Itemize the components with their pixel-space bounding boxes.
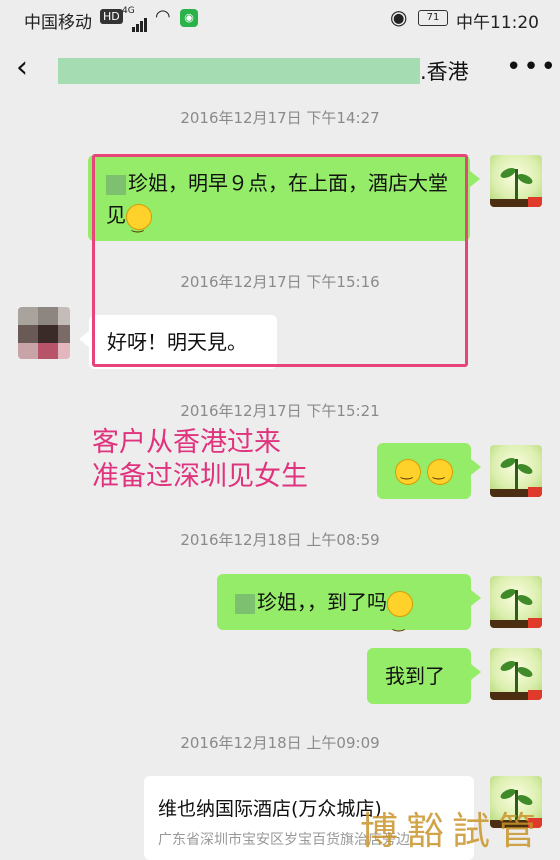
chat-title[interactable]: .香港 xyxy=(420,56,469,86)
avatar[interactable] xyxy=(490,155,542,207)
timestamp: 2016年12月17日 下午15:21 xyxy=(180,402,380,420)
highlight-box xyxy=(92,154,468,367)
smile-emoji-icon xyxy=(395,458,421,485)
redacted-text xyxy=(235,593,255,614)
signal-icon xyxy=(132,12,148,32)
clock: 中午11:20 xyxy=(456,13,539,33)
message-bubble-outgoing[interactable] xyxy=(377,443,481,499)
annotation-line: 客户从香港过来 xyxy=(92,427,281,458)
timestamp: 2016年12月18日 上午08:59 xyxy=(180,531,380,549)
annotation-line: 准备过深圳见女生 xyxy=(92,461,308,492)
chevron-left-icon[interactable]: ‹ xyxy=(16,50,28,85)
battery-indicator: 71 xyxy=(418,10,448,26)
message-bubble-outgoing[interactable]: 珍姐，，到了吗 xyxy=(217,574,481,652)
avatar[interactable] xyxy=(490,445,542,497)
timestamp: 2016年12月17日 下午14:27 xyxy=(180,109,380,127)
status-bar: 中国移动 HD 4G ◠ ◉ ◉ 71 中午11:20 xyxy=(0,0,560,38)
annotation-text: 客户从香港过来 准备过深圳见女生 xyxy=(92,426,308,494)
avatar[interactable] xyxy=(18,307,70,359)
carrier-name: 中国移动 xyxy=(24,13,92,33)
avatar[interactable] xyxy=(490,576,542,628)
wifi-icon: ◠ xyxy=(155,6,171,27)
timestamp: 2016年12月18日 上午09:09 xyxy=(180,734,380,752)
message-text: 我到了 xyxy=(385,664,445,688)
eye-icon: ◉ xyxy=(390,5,408,29)
watermark: 博豁試管 xyxy=(360,809,545,853)
chat-header: ‹ .香港 ••• xyxy=(0,38,560,100)
message-text: 珍姐，，到了吗 xyxy=(257,590,387,614)
smile-emoji-icon xyxy=(387,590,413,652)
message-bubble-outgoing[interactable]: 我到了 xyxy=(367,648,481,704)
ellipsis-icon[interactable]: ••• xyxy=(506,52,558,82)
wechat-notification-icon: ◉ xyxy=(180,9,198,27)
smile-emoji-icon xyxy=(427,458,453,485)
avatar[interactable] xyxy=(490,648,542,700)
hd-badge: HD xyxy=(100,9,123,24)
redacted-contact-name xyxy=(58,58,420,84)
